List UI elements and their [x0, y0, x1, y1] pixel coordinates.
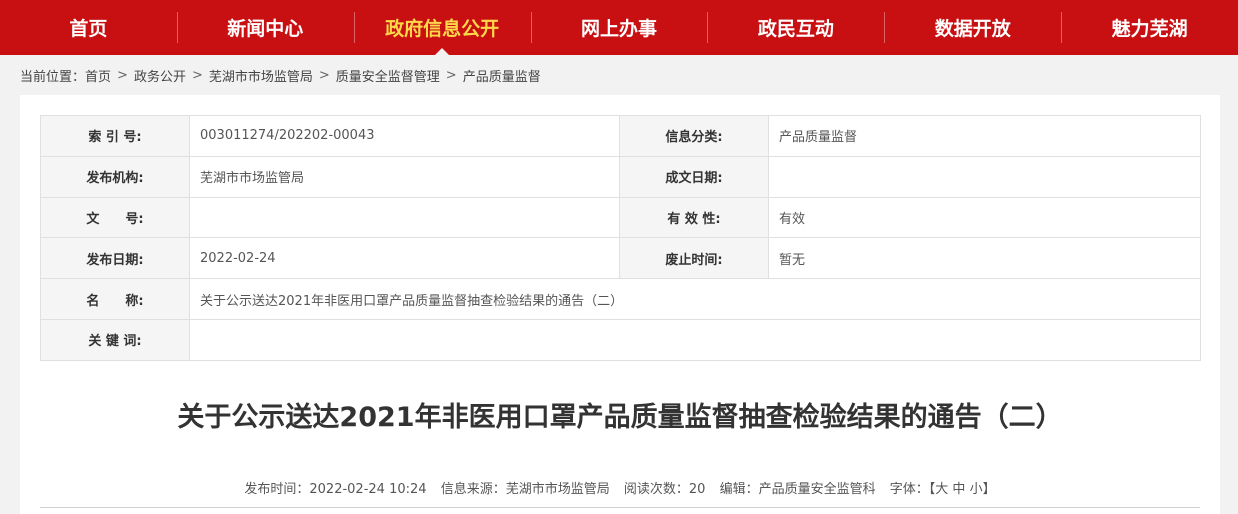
font-size-large-button[interactable]: 大	[935, 482, 948, 497]
font-size-small-button[interactable]: 小	[970, 482, 983, 497]
source-label: 信息来源：	[440, 482, 506, 497]
nav-item-gov-info[interactable]: 政府信息公开	[353, 0, 531, 55]
source-value: 芜湖市市场监管局	[505, 482, 610, 497]
table-row: 文 号: 有 效 性: 有效	[40, 196, 1201, 239]
nav-item-news[interactable]: 新闻中心	[176, 0, 354, 55]
breadcrumb-link-home[interactable]: 首页	[85, 66, 111, 85]
keywords-label: 关 键 词:	[40, 318, 190, 361]
breadcrumb-link-product-quality[interactable]: 产品质量监督	[463, 66, 541, 85]
info-category-label: 信息分类:	[619, 115, 769, 157]
info-category-value: 产品质量监督	[768, 115, 1201, 157]
publish-date-value: 2022-02-24	[189, 237, 620, 280]
article-info-bar: 发布时间：2022-02-24 10:24 信息来源：芜湖市市场监管局 阅读次数…	[20, 478, 1220, 497]
breadcrumb-prefix: 当前位置：	[20, 69, 86, 85]
index-number-value: 003011274/202202-00043	[189, 115, 620, 157]
written-date-label: 成文日期:	[619, 155, 769, 198]
nav-item-home[interactable]: 首页	[0, 0, 177, 55]
info-metadata-table: 索 引 号: 003011274/202202-00043 信息分类: 产品质量…	[40, 115, 1201, 361]
publish-date-label: 发布日期:	[40, 237, 190, 280]
breadcrumb-separator: >	[117, 67, 128, 83]
top-nav: 首页 新闻中心 政府信息公开 网上办事 政民互动 数据开放 魅力芜湖	[0, 0, 1238, 55]
publisher-value: 芜湖市市场监管局	[189, 155, 620, 198]
expiry-time-label: 废止时间:	[619, 237, 769, 280]
nav-item-online-service[interactable]: 网上办事	[530, 0, 708, 55]
document-number-label: 文 号:	[40, 196, 190, 239]
keywords-value	[189, 318, 1201, 361]
font-size-medium-button[interactable]: 中	[952, 482, 965, 497]
table-row: 索 引 号: 003011274/202202-00043 信息分类: 产品质量…	[40, 115, 1201, 157]
breadcrumb-link-bureau[interactable]: 芜湖市市场监管局	[209, 66, 313, 85]
validity-value: 有效	[768, 196, 1201, 239]
index-number-label: 索 引 号:	[40, 115, 190, 157]
name-value: 关于公示送达2021年非医用口罩产品质量监督抽查检验结果的通告（二）	[189, 278, 1201, 320]
font-size-label: 字体：	[889, 482, 929, 497]
breadcrumb-link-quality-safety[interactable]: 质量安全监督管理	[336, 66, 440, 85]
breadcrumb-link-gov-affairs[interactable]: 政务公开	[134, 66, 186, 85]
document-number-value	[189, 196, 620, 239]
nav-item-charm-wuhu[interactable]: 魅力芜湖	[1061, 0, 1238, 55]
name-label: 名 称:	[40, 278, 190, 320]
publish-time-label: 发布时间：	[244, 482, 310, 497]
article-title: 关于公示送达2021年非医用口罩产品质量监督抽查检验结果的通告（二）	[177, 402, 1063, 433]
divider	[40, 507, 1200, 508]
table-row: 发布日期: 2022-02-24 废止时间: 暂无	[40, 237, 1201, 280]
breadcrumb-separator: >	[318, 67, 330, 83]
editor-value: 产品质量安全监管科	[758, 482, 876, 497]
font-size-close-bracket: 】	[982, 482, 996, 497]
written-date-value	[768, 155, 1201, 198]
nav-item-open-data[interactable]: 数据开放	[884, 0, 1061, 55]
editor-label: 编辑：	[719, 482, 759, 497]
publisher-label: 发布机构:	[40, 155, 190, 198]
validity-label: 有 效 性:	[619, 196, 769, 239]
table-row: 名 称: 关于公示送达2021年非医用口罩产品质量监督抽查检验结果的通告（二）	[40, 278, 1201, 320]
nav-item-interaction[interactable]: 政民互动	[707, 0, 884, 55]
table-row: 发布机构: 芜湖市市场监管局 成文日期:	[40, 155, 1201, 198]
breadcrumb: 当前位置： 首页 > 政务公开 > 芜湖市市场监管局 > 质量安全监督管理 > …	[20, 55, 541, 95]
breadcrumb-separator: >	[191, 67, 203, 83]
breadcrumb-separator: >	[445, 67, 457, 83]
publish-time-value: 2022-02-24 10:24	[309, 482, 427, 497]
view-count-value: 20	[688, 482, 706, 497]
expiry-time-value: 暂无	[768, 237, 1201, 280]
content-panel: 索 引 号: 003011274/202202-00043 信息分类: 产品质量…	[20, 95, 1220, 514]
table-row: 关 键 词:	[40, 318, 1201, 361]
view-count-label: 阅读次数：	[623, 482, 689, 497]
